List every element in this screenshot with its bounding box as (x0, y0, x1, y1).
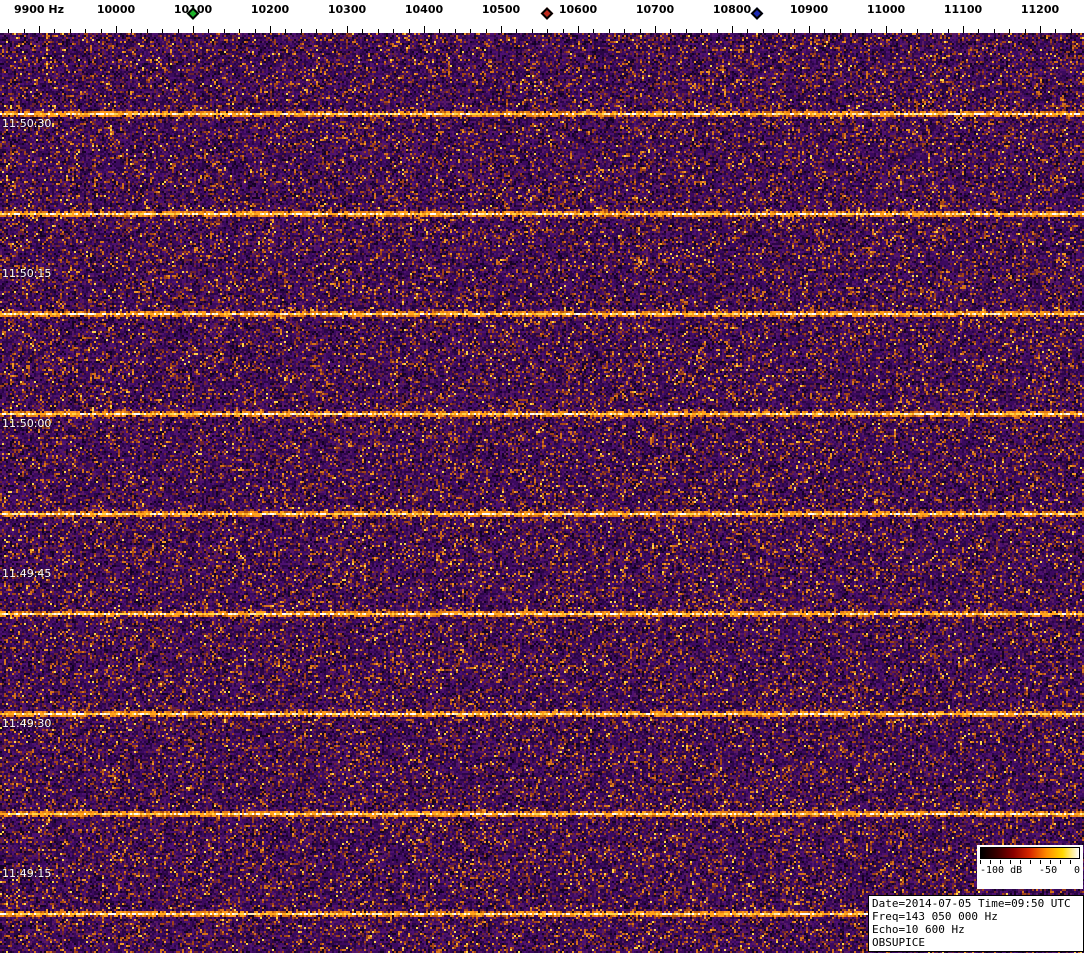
freq-axis-major-tick (270, 26, 271, 33)
freq-axis-label: 10500 (482, 3, 520, 16)
screen: { "window": { "description": "Radio mete… (0, 0, 1084, 953)
freq-axis-major-tick (39, 26, 40, 33)
time-axis-label: 11:49:15 (2, 867, 51, 880)
freq-axis-major-tick (963, 26, 964, 33)
colorbar-mid-label: -50 (1039, 865, 1057, 877)
freq-axis-label: 10400 (405, 3, 443, 16)
time-axis-label: 11:50:15 (2, 267, 51, 280)
freq-axis-major-tick (501, 26, 502, 33)
freq-axis-major-tick (578, 26, 579, 33)
time-axis-label: 11:49:45 (2, 567, 51, 580)
freq-axis-label: 11000 (867, 3, 905, 16)
freq-axis-major-tick (116, 26, 117, 33)
freq-axis-major-tick (193, 26, 194, 33)
info-box: Date=2014-07-05 Time=09:50 UTC Freq=143 … (868, 895, 1084, 952)
time-axis-label: 11:50:00 (2, 417, 51, 430)
freq-axis-major-tick (1040, 26, 1041, 33)
frequency-axis: 9900 Hz100001010010200103001040010500106… (0, 0, 1084, 33)
info-date-line: Date=2014-07-05 Time=09:50 UTC (872, 897, 1080, 910)
freq-axis-label: 10000 (97, 3, 135, 16)
red-frequency-marker-icon[interactable] (541, 7, 554, 20)
freq-axis-label: 10200 (251, 3, 289, 16)
colorbar-gradient (980, 847, 1080, 859)
freq-axis-major-tick (886, 26, 887, 33)
freq-axis-major-tick (424, 26, 425, 33)
info-freq-line: Freq=143 050 000 Hz (872, 910, 1080, 923)
freq-axis-major-tick (732, 26, 733, 33)
spectrogram-canvas (0, 33, 1084, 953)
spectrogram: -100 dB -50 0 Date=2014-07-05 Time=09:50… (0, 33, 1084, 953)
freq-axis-label: 10600 (559, 3, 597, 16)
freq-axis-label: 10800 (713, 3, 751, 16)
colorbar-legend: -100 dB -50 0 (977, 845, 1083, 889)
info-observatory-line: OBSUPICE (872, 936, 1080, 949)
info-echo-line: Echo=10 600 Hz (872, 923, 1080, 936)
freq-axis-label: 9900 Hz (14, 3, 64, 16)
blue-frequency-marker-icon[interactable] (750, 7, 763, 20)
time-axis-label: 11:49:30 (2, 717, 51, 730)
colorbar-max-label: 0 (1074, 865, 1080, 877)
freq-axis-major-tick (347, 26, 348, 33)
colorbar-min-label: -100 dB (980, 865, 1022, 877)
colorbar-labels: -100 dB -50 0 (980, 865, 1080, 877)
freq-axis-major-tick (809, 26, 810, 33)
freq-axis-label: 10300 (328, 3, 366, 16)
freq-axis-label: 10900 (790, 3, 828, 16)
freq-axis-label: 11100 (944, 3, 982, 16)
freq-axis-major-tick (655, 26, 656, 33)
freq-axis-label: 11200 (1021, 3, 1059, 16)
freq-axis-label: 10700 (636, 3, 674, 16)
time-axis-label: 11:50:30 (2, 117, 51, 130)
